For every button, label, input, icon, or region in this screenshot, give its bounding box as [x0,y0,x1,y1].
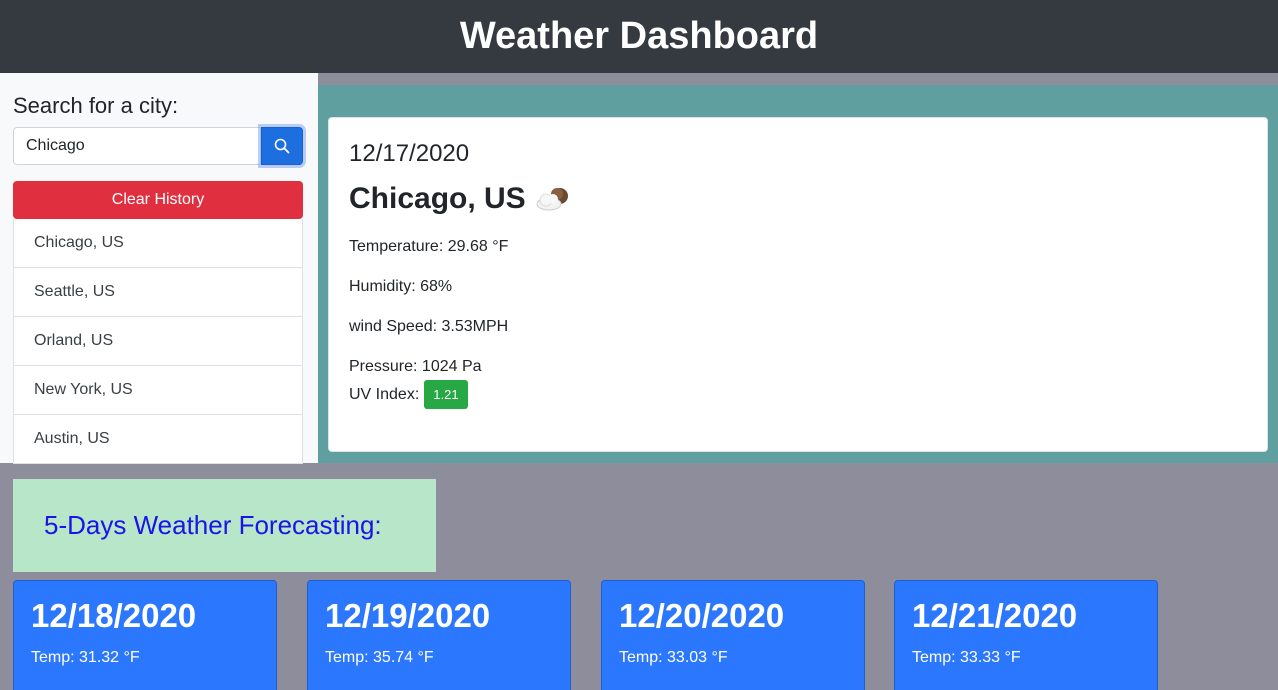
app-header: Weather Dashboard [0,0,1278,73]
forecast-temp: Temp: 35.74 °F [325,649,434,666]
history-item[interactable]: Austin, US [14,415,302,463]
uv-index-label: UV Index: [349,385,420,403]
forecast-card: 12/21/2020 Temp: 33.33 °F [894,580,1158,690]
sidebar: Search for a city: Clear History Chicago… [0,73,318,464]
temperature-text: Temperature: 29.68 °F [349,238,509,255]
current-city-row: Chicago, US [349,182,1247,216]
uv-index-row: UV Index: 1.21 [349,380,1247,409]
history-item[interactable]: Orland, US [14,317,302,366]
wind-speed-text: wind Speed: 3.53MPH [349,318,509,335]
history-item[interactable]: New York, US [14,366,302,415]
current-city: Chicago, US [349,182,526,215]
search-button[interactable] [261,127,303,165]
forecast-temp: Temp: 31.32 °F [31,649,140,666]
page-title: Weather Dashboard [459,15,819,57]
clear-history-button[interactable]: Clear History [13,181,303,219]
search-row [13,127,305,165]
current-weather-card: 12/17/2020 Chicago, US Temperature: 29.6… [328,117,1268,452]
forecast-card: 12/19/2020 Temp: 35.74 °F [307,580,571,690]
forecast-heading: 5-Days Weather Forecasting: [44,510,382,540]
pressure-text: Pressure: 1024 Pa [349,358,482,375]
forecast-temp: Temp: 33.03 °F [619,649,728,666]
forecast-temp: Temp: 33.33 °F [912,649,1021,666]
history-item[interactable]: Chicago, US [14,219,302,268]
forecast-date: 12/21/2020 [912,597,1078,634]
forecast-date: 12/19/2020 [325,597,491,634]
forecast-date: 12/18/2020 [31,597,197,634]
search-heading: Search for a city: [13,93,179,118]
search-input[interactable] [13,127,261,165]
current-date: 12/17/2020 [349,140,470,167]
search-icon [274,138,290,154]
history-item[interactable]: Seattle, US [14,268,302,317]
forecast-heading-box: 5-Days Weather Forecasting: [13,479,436,572]
search-history-list: Chicago, US Seattle, US Orland, US New Y… [13,219,303,464]
forecast-card: 12/20/2020 Temp: 33.03 °F [601,580,865,690]
current-weather-section: 12/17/2020 Chicago, US Temperature: 29.6… [318,85,1278,463]
forecast-date: 12/20/2020 [619,597,785,634]
forecast-card: 12/18/2020 Temp: 31.32 °F [13,580,277,690]
humidity-text: Humidity: 68% [349,278,453,295]
partly-cloudy-night-icon [536,188,568,211]
uv-index-badge: 1.21 [424,380,468,409]
